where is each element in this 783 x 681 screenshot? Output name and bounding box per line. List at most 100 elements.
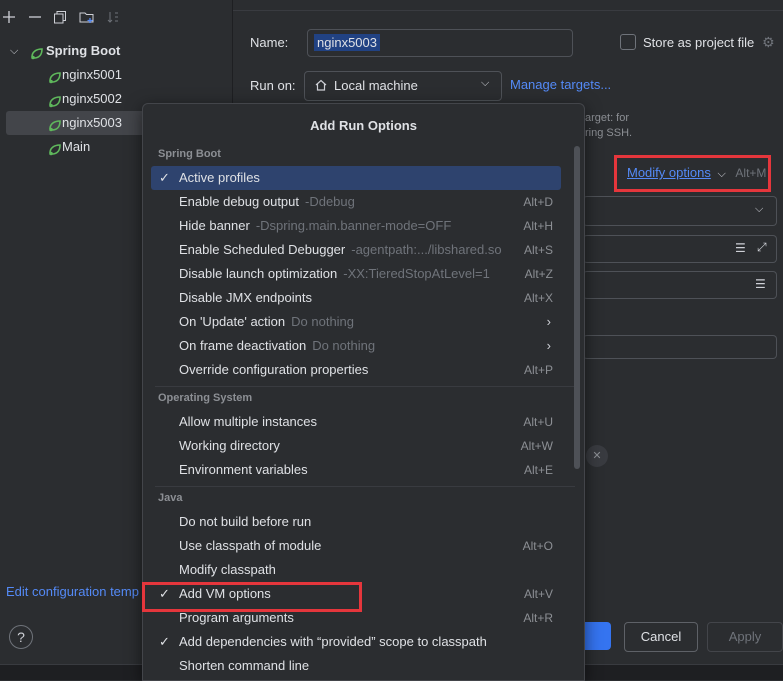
edit-configuration-templates-link[interactable]: Edit configuration temp [6, 584, 139, 599]
menu-item-text: Program arguments [179, 610, 294, 625]
menu-item-text: On frame deactivation [179, 338, 307, 353]
menu-item-text: Disable launch optimization [179, 266, 338, 281]
menu-item-hint: -Dspring.main.banner-mode=OFF [255, 218, 452, 233]
menu-item-shortcut: Alt+W [520, 439, 553, 453]
menu-item-text: On 'Update' action [179, 314, 286, 329]
cancel-button[interactable]: Cancel [624, 622, 698, 652]
menu-item-label: Hide banner -Dspring.main.banner-mode=OFF [179, 214, 451, 238]
menu-item-label: Disable JMX endpoints [179, 286, 312, 310]
menu-item-text: Enable Scheduled Debugger [179, 242, 346, 257]
menu-item-hint: -Ddebug [305, 194, 355, 209]
menu-item[interactable]: On 'Update' action Do nothing › [151, 310, 561, 334]
chevron-right-icon: › [546, 314, 551, 329]
menu-item-shortcut: Alt+X [523, 291, 553, 305]
menu-item-shortcut: Alt+Z [524, 267, 553, 281]
spring-boot-icon [48, 68, 62, 84]
ok-button[interactable] [583, 622, 611, 650]
menu-item[interactable]: Use classpath of module Alt+O [151, 534, 561, 558]
menu-item-text: Do not build before run [179, 514, 312, 529]
menu-item-shortcut: Alt+V [523, 587, 553, 601]
document-icon[interactable]: ☰ [755, 277, 766, 291]
menu-item[interactable]: Do not build before run [151, 510, 561, 534]
menu-item[interactable]: Disable launch optimization -XX:TieredSto… [151, 262, 561, 286]
menu-item-shortcut: Alt+E [523, 463, 553, 477]
menu-item-shortcut: Alt+S [523, 243, 553, 257]
menu-item-label: Do not build before run [179, 510, 311, 534]
store-as-project-file-label: Store as project file [643, 35, 755, 50]
spring-boot-icon [48, 140, 62, 156]
tree-item-nginx5001[interactable]: nginx5001 [6, 63, 232, 87]
tree-item-label: nginx5002 [62, 91, 122, 106]
menu-item-label: Add dependencies with “provided” scope t… [179, 630, 487, 654]
menu-item-label: Environment variables [179, 458, 308, 482]
run-on-select[interactable]: Local machine ⌵ [304, 71, 502, 101]
run-on-label: Run on: [250, 78, 296, 93]
divider [233, 10, 783, 11]
menu-item-shortcut: Alt+H [523, 219, 553, 233]
menu-item[interactable]: Modify classpath [151, 558, 561, 582]
section-title: Spring Boot [158, 148, 221, 160]
menu-item[interactable]: Enable debug output -Ddebug Alt+D [151, 190, 561, 214]
menu-item-hint: Do nothing [312, 338, 376, 353]
copy-icon[interactable] [51, 10, 69, 28]
menu-item-text: Enable debug output [179, 194, 299, 209]
menu-item[interactable]: On frame deactivation Do nothing › [151, 334, 561, 358]
tree-item-label: nginx5003 [62, 115, 122, 130]
tree-item-label: nginx5001 [62, 67, 122, 82]
section-title: Java [158, 492, 183, 504]
menu-item-hint: Do nothing [291, 314, 355, 329]
menu-item[interactable]: Shorten command line [151, 654, 561, 678]
gear-icon[interactable]: ⚙ [762, 34, 775, 51]
menu-item[interactable]: Allow multiple instances Alt+U [151, 410, 561, 434]
highlight-box [614, 155, 771, 192]
active-profiles-field[interactable] [583, 335, 777, 359]
close-icon[interactable]: ✕ [586, 445, 608, 467]
scrollbar[interactable] [574, 146, 580, 469]
menu-item-shortcut: Alt+D [523, 195, 553, 209]
jre-select[interactable]: ⌵ [583, 196, 777, 226]
menu-item-hint: -XX:TieredStopAtLevel=1 [343, 266, 490, 281]
name-value: nginx5003 [314, 34, 380, 51]
folder-add-icon[interactable] [78, 10, 96, 28]
highlight-box [142, 582, 362, 612]
vm-options-field[interactable]: ☰ ⤢ [583, 235, 777, 263]
menu-item-label: Override configuration properties [179, 358, 368, 382]
menu-item[interactable]: Working directory Alt+W [151, 434, 561, 458]
document-icon[interactable]: ☰ [735, 241, 746, 255]
store-as-project-file-checkbox[interactable] [620, 34, 636, 50]
menu-item[interactable]: Enable Scheduled Debugger -agentpath:.../… [151, 238, 561, 262]
menu-item-shortcut: Alt+P [523, 363, 553, 377]
menu-item-shortcut: Alt+U [523, 415, 553, 429]
help-button[interactable]: ? [9, 625, 33, 649]
chevron-down-icon[interactable]: ⌵ [10, 39, 18, 63]
tree-root-spring-boot[interactable]: ⌵ Spring Boot [6, 39, 232, 63]
menu-item[interactable]: Override configuration properties Alt+P [151, 358, 561, 382]
expand-icon[interactable]: ⤢ [757, 240, 767, 255]
chevron-right-icon: › [546, 338, 551, 353]
manage-targets-link[interactable]: Manage targets... [510, 77, 611, 92]
menu-item-label: Shorten command line [179, 654, 309, 678]
menu-item-label: Enable debug output -Ddebug [179, 190, 355, 214]
menu-item-text: Shorten command line [179, 658, 310, 673]
sort-icon[interactable] [104, 10, 122, 28]
add-icon[interactable] [0, 10, 18, 28]
remove-icon[interactable] [26, 10, 44, 28]
menu-item-text: Override configuration properties [179, 362, 369, 377]
menu-item-label: Active profiles [179, 166, 260, 190]
main-class-field[interactable]: ☰ [583, 271, 777, 299]
menu-item[interactable]: Disable JMX endpoints Alt+X [151, 286, 561, 310]
run-on-hint: ring SSH. [585, 127, 633, 139]
tree-item-label: Main [62, 139, 91, 154]
name-input[interactable]: nginx5003 [307, 29, 573, 57]
menu-item-hint: -agentpath:.../libshared.so [351, 242, 502, 257]
menu-item-text: Use classpath of module [179, 538, 322, 553]
menu-item[interactable]: Environment variables Alt+E [151, 458, 561, 482]
run-on-hint: arget: for [585, 112, 630, 124]
menu-item-label: Enable Scheduled Debugger -agentpath:.../… [179, 238, 502, 262]
menu-item[interactable]: ✓ Active profiles [151, 166, 561, 190]
menu-item[interactable]: Hide banner -Dspring.main.banner-mode=OFF… [151, 214, 561, 238]
apply-button[interactable]: Apply [707, 622, 783, 652]
spring-boot-icon [30, 44, 44, 60]
home-icon [314, 78, 328, 95]
menu-item[interactable]: ✓ Add dependencies with “provided” scope … [151, 630, 561, 654]
